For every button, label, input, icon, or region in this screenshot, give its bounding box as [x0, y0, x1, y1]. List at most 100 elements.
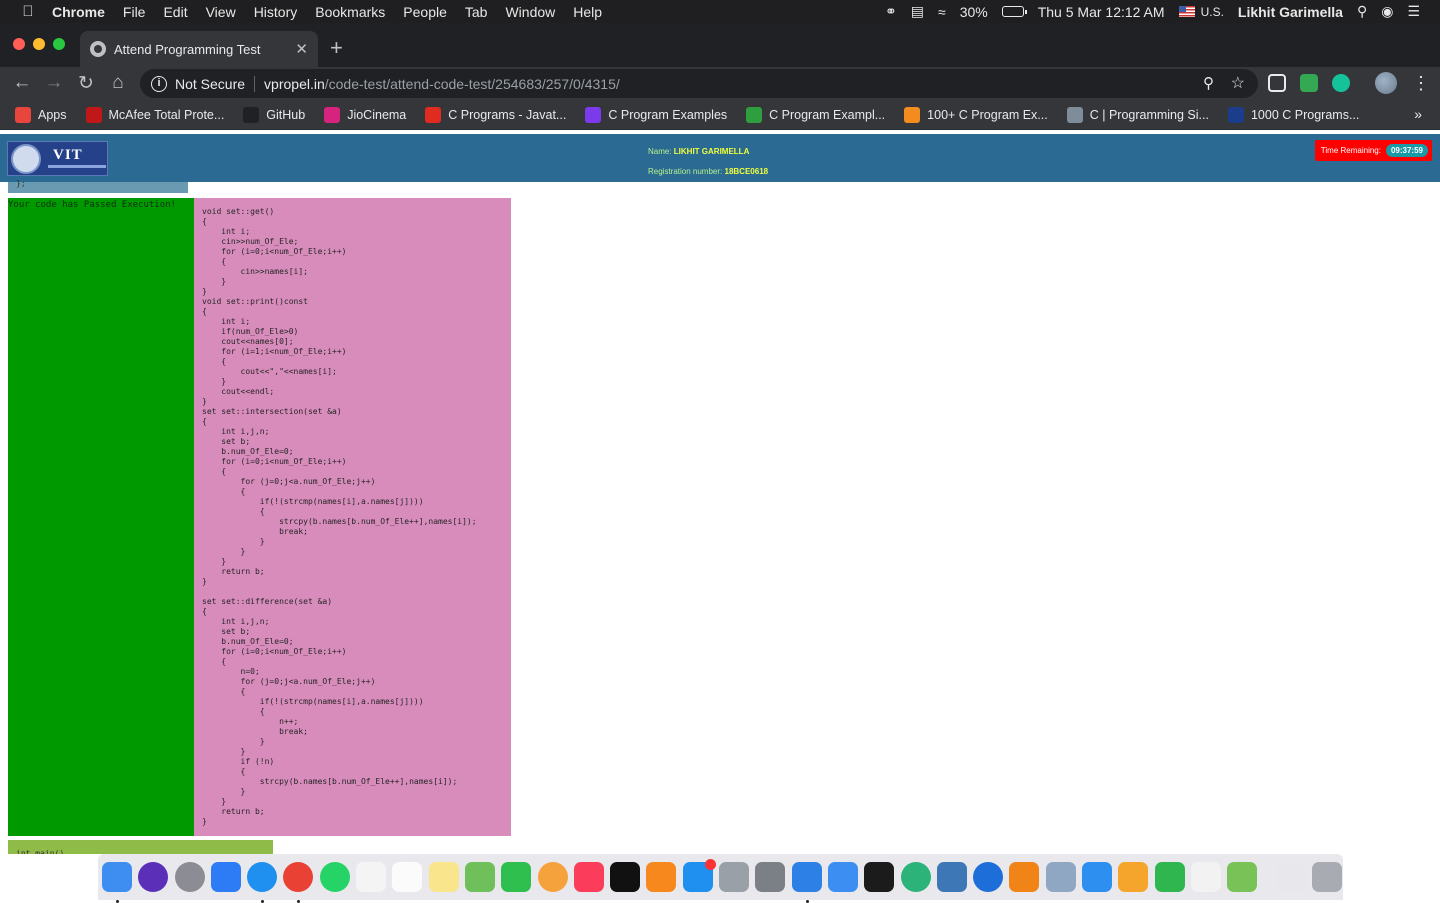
books-icon[interactable] [646, 862, 677, 892]
app-store-icon[interactable] [682, 859, 716, 892]
apple-menu-icon[interactable]:  [19, 3, 37, 20]
documents-folder-icon[interactable] [1275, 862, 1306, 892]
bookmark-star-icon[interactable]: ☆ [1231, 73, 1245, 93]
bookmark-favicon-icon [324, 106, 341, 123]
photos-icon[interactable] [537, 862, 568, 892]
address-separator [254, 75, 256, 92]
home-icon[interactable]: ⌂ [107, 72, 129, 94]
url-path[interactable]: /code-test/attend-code-test/254683/257/0… [325, 76, 620, 92]
close-tab-icon[interactable]: ✕ [295, 40, 308, 58]
maps-icon[interactable] [464, 862, 495, 892]
battery-percent[interactable]: 30% [960, 4, 988, 20]
user-name[interactable]: Likhit Garimella [1238, 4, 1343, 20]
clock[interactable]: Thu 5 Mar 12:12 AM [1038, 4, 1165, 20]
reminders-icon[interactable] [392, 862, 423, 892]
android-studio-icon[interactable] [1227, 862, 1258, 892]
reload-icon[interactable]: ↻ [75, 72, 97, 95]
numbers-icon[interactable] [1154, 862, 1185, 892]
xcode-icon[interactable] [791, 862, 822, 903]
bookmark-item[interactable]: 100+ C Program Ex... [904, 106, 1048, 123]
notes-icon[interactable] [428, 862, 459, 892]
bookmark-item[interactable]: C Program Examples [585, 106, 727, 123]
extension-check-icon[interactable] [1300, 74, 1318, 92]
menu-tab[interactable]: Tab [465, 4, 488, 20]
input-source[interactable]: U.S. [1201, 5, 1224, 19]
vlc-icon[interactable] [1009, 862, 1040, 892]
security-label[interactable]: Not Secure [175, 76, 245, 92]
finder-icon[interactable] [102, 862, 132, 903]
notification-center-icon[interactable]: ☰ [1407, 3, 1420, 20]
music-icon[interactable] [573, 862, 604, 892]
menu-view[interactable]: View [206, 4, 236, 20]
new-tab-button[interactable]: + [330, 35, 343, 61]
bookmark-favicon-icon [85, 106, 102, 123]
bookmark-item[interactable]: 1000 C Programs... [1227, 106, 1359, 123]
menu-file[interactable]: File [123, 4, 146, 20]
calendar-icon[interactable] [356, 862, 387, 892]
menu-bookmarks[interactable]: Bookmarks [315, 4, 385, 20]
chrome-menu-icon[interactable]: ⋮ [1412, 74, 1430, 92]
bookmark-item[interactable]: JioCinema [324, 106, 406, 123]
timer-label: Time Remaining: [1320, 146, 1381, 155]
bookmark-favicon-icon [585, 106, 602, 123]
safari-icon[interactable] [247, 862, 278, 903]
terminal-icon[interactable] [864, 862, 895, 892]
network-utility-icon[interactable] [719, 862, 750, 892]
info-icon[interactable]: i [151, 75, 167, 92]
pages-icon[interactable] [1118, 862, 1149, 892]
browser-toolbar: ← → ↻ ⌂ i Not Secure vpropel.in /code-te… [0, 67, 1440, 100]
menu-app-name[interactable]: Chrome [52, 4, 105, 20]
forward-icon[interactable]: → [43, 72, 65, 94]
facetime-icon[interactable] [501, 862, 532, 892]
menu-history[interactable]: History [254, 4, 298, 20]
close-window-button[interactable] [13, 38, 25, 50]
siri-icon[interactable] [138, 862, 169, 892]
system-preferences-icon[interactable] [755, 862, 786, 892]
tab-attend-programming-test[interactable]: Attend Programming Test ✕ [80, 31, 318, 67]
trash-icon[interactable] [1311, 862, 1342, 892]
atom-icon[interactable] [900, 862, 931, 892]
bookmark-item[interactable]: C Programs - Javat... [425, 106, 566, 123]
wifi-icon[interactable]: ≈ [938, 4, 946, 20]
menu-window[interactable]: Window [505, 4, 555, 20]
textedit-icon[interactable] [1190, 862, 1221, 892]
chrome-icon[interactable] [283, 862, 314, 903]
siri-menu-icon[interactable]: ◉ [1381, 3, 1393, 20]
globe-icon [90, 41, 106, 57]
display-icon[interactable]: ▤ [911, 3, 924, 20]
minimize-window-button[interactable] [33, 38, 45, 50]
bookmark-item[interactable]: C Program Exampl... [746, 106, 885, 123]
bookmark-item[interactable]: McAfee Total Prote... [85, 106, 224, 123]
bookmark-item[interactable]: C | Programming Si... [1066, 106, 1209, 123]
image-capture-icon[interactable] [1045, 862, 1076, 892]
grammarly-icon[interactable] [1332, 74, 1350, 92]
python-launcher-icon[interactable] [936, 862, 967, 892]
menu-help[interactable]: Help [573, 4, 602, 20]
address-bar[interactable]: i Not Secure vpropel.in /code-test/atten… [140, 69, 1258, 98]
back-icon[interactable]: ← [11, 72, 33, 94]
bookmark-favicon-icon [746, 106, 763, 123]
whatsapp-icon[interactable] [319, 862, 350, 892]
profile-avatar[interactable] [1375, 72, 1397, 94]
bookmarks-overflow-icon[interactable]: » [1414, 106, 1422, 122]
menu-people[interactable]: People [403, 4, 447, 20]
bookmark-item[interactable]: Apps [15, 106, 67, 123]
zoom-icon[interactable]: ⚲ [1203, 74, 1214, 92]
bookmark-label: Apps [38, 107, 67, 122]
tv-icon[interactable] [610, 862, 641, 892]
bookmark-item[interactable]: GitHub [243, 106, 305, 123]
keynote-icon[interactable] [1082, 862, 1113, 892]
url-host[interactable]: vpropel.in [264, 76, 325, 92]
spotlight-icon[interactable]: ⚲ [1357, 3, 1367, 20]
launchpad-icon[interactable] [174, 862, 205, 892]
edge-icon[interactable] [973, 862, 1004, 892]
creative-cloud-icon[interactable]: ⚭ [885, 3, 897, 20]
bluetooth-icon[interactable] [210, 862, 241, 892]
us-flag-icon[interactable] [1178, 6, 1195, 17]
menu-edit[interactable]: Edit [163, 4, 187, 20]
battery-icon[interactable] [1001, 6, 1027, 17]
zoom-window-button[interactable] [53, 38, 65, 50]
instruments-icon[interactable] [827, 862, 858, 892]
extension-reader-icon[interactable] [1268, 74, 1286, 92]
time-remaining: Time Remaining: 09:37:59 [1314, 140, 1432, 161]
